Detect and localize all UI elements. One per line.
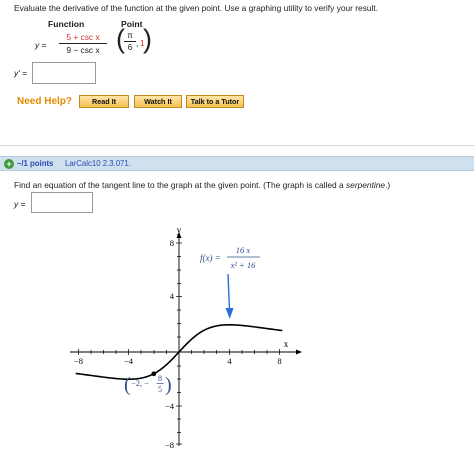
y-tick-label: 4 — [170, 291, 175, 301]
pointer-arrow-shaft — [227, 273, 231, 311]
point-label-coords: −2, − — [131, 378, 149, 388]
point-paren-right: ) — [143, 24, 152, 54]
derivative-answer-label: y′ = — [14, 68, 27, 78]
pointer-arrow-head — [225, 308, 234, 319]
function-y-label: y = — [35, 40, 47, 50]
question-2-header: + –/1 points LarCalc10 2.3.071. — [0, 156, 474, 171]
x-tick-label: 4 — [227, 356, 232, 366]
talk-to-tutor-button[interactable]: Talk to a Tutor — [186, 95, 244, 108]
function-header: Function — [48, 19, 85, 29]
point-x-numerator: π — [124, 31, 136, 42]
function-label-denominator: x² + 16 — [230, 260, 257, 270]
question-2-points[interactable]: –/1 points — [17, 159, 53, 168]
watch-it-button[interactable]: Watch It — [134, 95, 182, 108]
y-tick-label: −8 — [165, 440, 174, 450]
function-numerator: 5 + csc x — [59, 32, 107, 44]
tangent-line-answer-input[interactable] — [31, 192, 93, 213]
point-label-paren-right: ) — [165, 374, 172, 396]
function-denominator: 9 − csc x — [66, 45, 100, 55]
function-label: f(x) = — [200, 253, 221, 263]
point-label-paren-left: ( — [124, 374, 131, 396]
y-tick-label: 8 — [170, 238, 174, 248]
question-2-instructions-end: .) — [385, 180, 391, 190]
tangent-point-marker — [151, 371, 157, 377]
y-axis-label: y — [177, 226, 182, 235]
point-x-denominator: 6 — [127, 43, 133, 52]
tangent-answer-label: y = — [14, 199, 26, 209]
x-axis-arrow — [296, 349, 302, 355]
x-tick-label: −8 — [74, 356, 83, 366]
point-label-numerator: 8 — [158, 374, 162, 383]
question-1-panel: Evaluate the derivative of the function … — [0, 0, 474, 146]
question-2-instructions-italic: serpentine — [345, 180, 386, 190]
x-axis-label: x — [284, 339, 289, 349]
question-2-instructions: Find an equation of the tangent line to … — [14, 180, 390, 190]
x-tick-label: 8 — [277, 356, 281, 366]
point-comma: , — [136, 38, 139, 48]
expand-plus-icon[interactable]: + — [4, 159, 14, 169]
question-2-instructions-main: Find an equation of the tangent line to … — [14, 180, 346, 190]
y-tick-label: −4 — [165, 401, 175, 411]
read-it-button[interactable]: Read It — [79, 95, 129, 108]
point-label-denominator: 5 — [158, 385, 162, 394]
function-label-numerator: 16 x — [236, 245, 251, 255]
point-x-fraction: π 6 — [124, 31, 136, 52]
x-tick-label: −4 — [124, 356, 134, 366]
function-fraction: 5 + csc x 9 − csc x — [59, 32, 107, 55]
serpentine-graph: y x −8 −4 4 8 8 4 −4 −8 f(x) = 16 x x² +… — [70, 226, 302, 450]
derivative-answer-input[interactable] — [32, 62, 96, 84]
question-1-instructions: Evaluate the derivative of the function … — [14, 3, 379, 13]
question-2-code: LarCalc10 2.3.071. — [65, 159, 131, 168]
need-help-label: Need Help? — [17, 96, 73, 107]
